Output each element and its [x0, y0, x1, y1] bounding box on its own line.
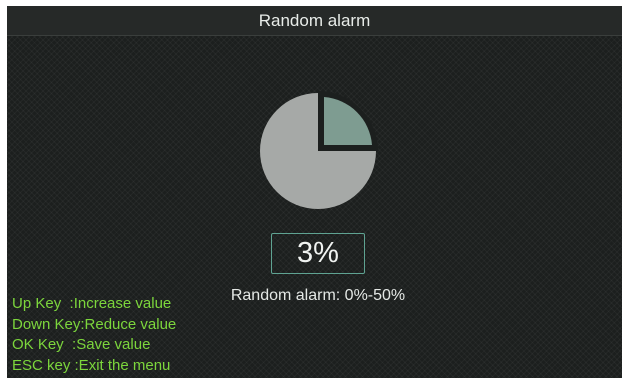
help-ok-key: OK Key :Save value	[12, 336, 151, 353]
key-help: Up Key :Increase value Down Key:Reduce v…	[12, 294, 176, 376]
menu-screen: Random alarm 3% Random alarm: 0%-50% Up …	[7, 6, 622, 378]
pie-indicator	[260, 91, 378, 209]
page-title: Random alarm	[258, 11, 371, 30]
help-up-key: Up Key :Increase value	[12, 295, 172, 312]
help-down-key: Down Key:Reduce value	[12, 315, 177, 333]
range-label: Random alarm: 0%-50%	[230, 287, 406, 304]
value-display: 3%	[271, 233, 365, 274]
help-esc-key: ESC key :Exit the menu	[12, 356, 171, 374]
title-bar: Random alarm	[7, 6, 622, 36]
device-frame: Random alarm 3% Random alarm: 0%-50% Up …	[0, 0, 628, 384]
